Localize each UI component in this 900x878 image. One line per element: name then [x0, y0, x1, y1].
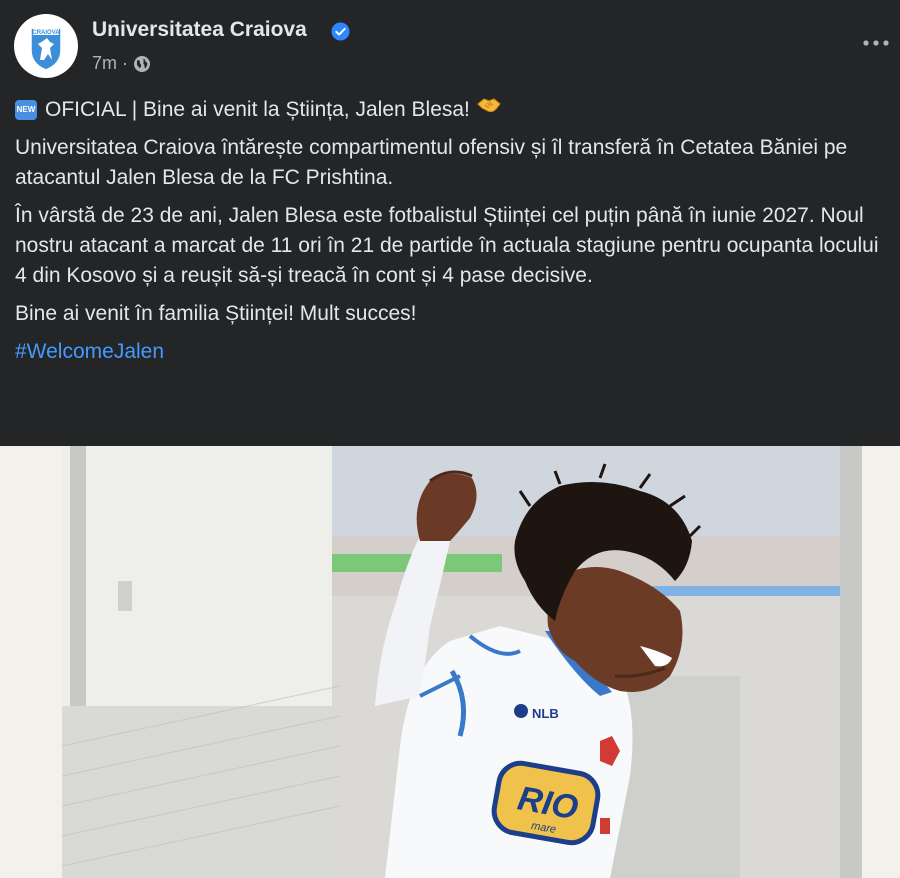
- post-body: NEW OFICIAL | Bine ai venit la Știința, …: [15, 94, 885, 367]
- kit-brand-text: NLB: [532, 706, 559, 721]
- more-options-button[interactable]: [858, 28, 894, 58]
- post-meta: 7m ·: [92, 53, 151, 74]
- globe-icon[interactable]: [133, 55, 151, 73]
- post-headline: OFICIAL | Bine ai venit la Știința, Jale…: [45, 97, 470, 121]
- sponsor-patch: RIO mare: [491, 760, 601, 846]
- logo-text: CRAIOVA: [32, 30, 60, 36]
- player-celebration-image: RIO mare NLB: [0, 446, 900, 878]
- meta-separator: ·: [122, 53, 129, 73]
- hashtag-link[interactable]: #WelcomeJalen: [15, 340, 164, 363]
- handshake-icon: [476, 94, 502, 125]
- post-header: CRAIOVA Universitatea Craiova 7m ·: [0, 0, 900, 90]
- post-paragraph-3: Bine ai venit în familia Științei! Mult …: [15, 302, 417, 325]
- facebook-post: CRAIOVA Universitatea Craiova 7m · NEW O…: [0, 0, 900, 878]
- post-time[interactable]: 7m: [92, 53, 117, 74]
- post-headline-line: NEW OFICIAL | Bine ai venit la Știința, …: [15, 94, 885, 125]
- post-photo[interactable]: RIO mare NLB: [0, 446, 900, 878]
- page-name[interactable]: Universitatea Craiova: [92, 18, 307, 42]
- new-badge-icon: NEW: [15, 99, 37, 120]
- verified-badge-icon: [331, 22, 350, 41]
- post-paragraph-2: În vârstă de 23 de ani, Jalen Blesa este…: [15, 204, 879, 287]
- post-paragraph-1: Universitatea Craiova întărește comparti…: [15, 136, 848, 189]
- post-hashtag-line: #WelcomeJalen: [15, 337, 885, 367]
- page-avatar[interactable]: CRAIOVA: [14, 14, 78, 78]
- more-options-icon: [863, 40, 889, 46]
- universitatea-craiova-logo: CRAIOVA: [15, 15, 77, 77]
